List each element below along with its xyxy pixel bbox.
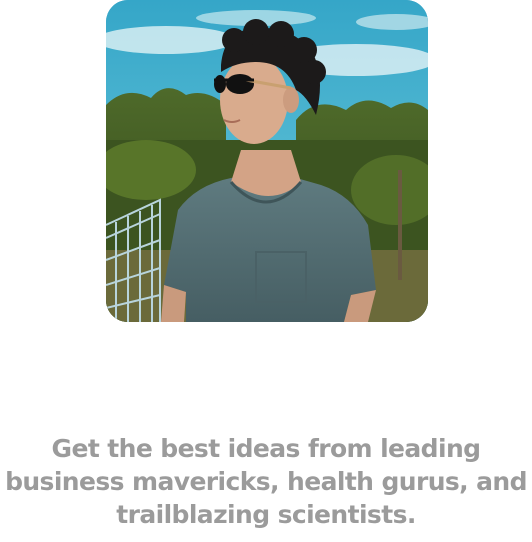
tagline-line-2: business mavericks, health gurus, and — [5, 467, 527, 496]
portrait-illustration — [106, 0, 428, 322]
onboarding-tagline: Get the best ideas from leading business… — [0, 432, 532, 531]
hero-photo — [106, 0, 428, 322]
tagline-line-3: trailblazing scientists. — [116, 500, 416, 529]
tagline-line-1: Get the best ideas from leading — [51, 434, 481, 463]
onboarding-screen: Get the best ideas from leading business… — [0, 0, 532, 542]
